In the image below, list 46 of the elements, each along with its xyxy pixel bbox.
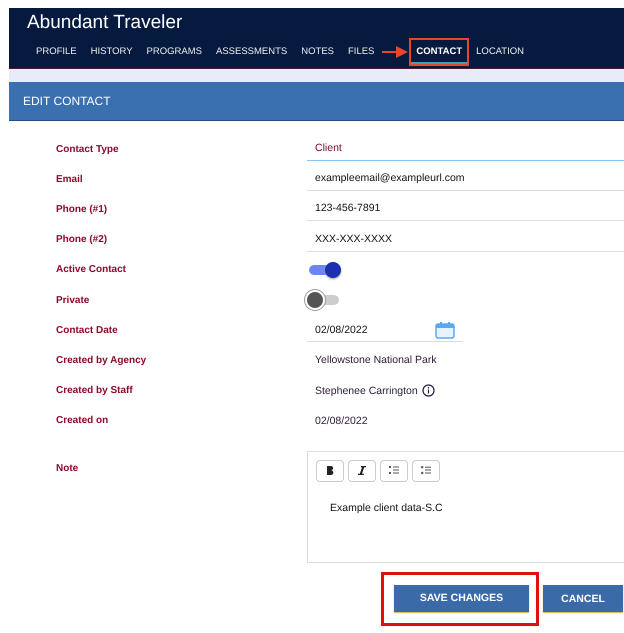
calendar-icon[interactable] bbox=[435, 320, 455, 339]
note-text: Example client data-S.C bbox=[330, 502, 444, 514]
input-field[interactable]: XXX-XXX-XXXX bbox=[307, 228, 624, 252]
note-editor[interactable]: Example client data-S.C bbox=[307, 450, 624, 563]
field-label: Created by Staff bbox=[55, 385, 134, 396]
field-label: Contact Type bbox=[55, 144, 120, 155]
bullet-list-icon bbox=[421, 466, 431, 476]
nav-tab[interactable]: ASSESSMENTS bbox=[208, 38, 294, 66]
field-label: Contact Date bbox=[55, 324, 119, 336]
contact-type-select[interactable]: Client bbox=[307, 137, 624, 162]
field-label: Active Contact bbox=[55, 264, 128, 276]
date-value: 02/08/2022 bbox=[315, 322, 368, 338]
input-field[interactable]: exampleemail@exampleurl.com bbox=[307, 167, 624, 192]
field-label: Note bbox=[55, 462, 80, 474]
nav-tab[interactable]: CONTACT bbox=[409, 38, 470, 66]
bold-button[interactable] bbox=[316, 460, 344, 482]
field-value: 02/08/2022 bbox=[314, 414, 368, 427]
date-field[interactable]: 02/08/2022 bbox=[307, 318, 463, 342]
input-field[interactable]: 123-456-7891 bbox=[307, 197, 624, 222]
annotation-arrow bbox=[382, 46, 408, 58]
cancel-button[interactable]: CANCEL bbox=[543, 585, 623, 612]
nav-tab[interactable]: LOCATION bbox=[469, 38, 531, 66]
field-value: Yellowstone National Park bbox=[314, 354, 437, 366]
numbered-list-icon bbox=[389, 466, 399, 476]
nav-tab[interactable]: HISTORY bbox=[84, 38, 140, 66]
save-button[interactable]: SAVE CHANGES bbox=[394, 584, 529, 612]
nav-tab[interactable]: PROGRAMS bbox=[140, 38, 209, 66]
field-label: Private bbox=[55, 294, 90, 306]
nav-tab[interactable]: NOTES bbox=[294, 38, 341, 66]
app-title: Abundant Traveler bbox=[27, 11, 184, 35]
field-label: Email bbox=[55, 174, 84, 185]
toggle-switch[interactable] bbox=[309, 264, 339, 275]
field-label: Created by Agency bbox=[55, 354, 148, 366]
section-title: EDIT CONTACT bbox=[23, 94, 111, 108]
field-label: Phone (#2) bbox=[55, 234, 108, 246]
bullet-list-button[interactable] bbox=[412, 460, 440, 482]
bold-icon bbox=[326, 466, 334, 476]
field-label: Phone (#1) bbox=[55, 204, 108, 215]
field-value: Stephenee Carrington bbox=[314, 384, 418, 397]
nav-tab[interactable]: FILES bbox=[341, 38, 382, 66]
numbered-list-button[interactable] bbox=[380, 460, 408, 482]
italic-icon bbox=[358, 466, 366, 476]
info-icon[interactable] bbox=[422, 384, 435, 398]
field-label: Created on bbox=[55, 415, 110, 426]
nav-tab[interactable]: PROFILE bbox=[29, 38, 84, 66]
italic-button[interactable] bbox=[348, 460, 376, 482]
